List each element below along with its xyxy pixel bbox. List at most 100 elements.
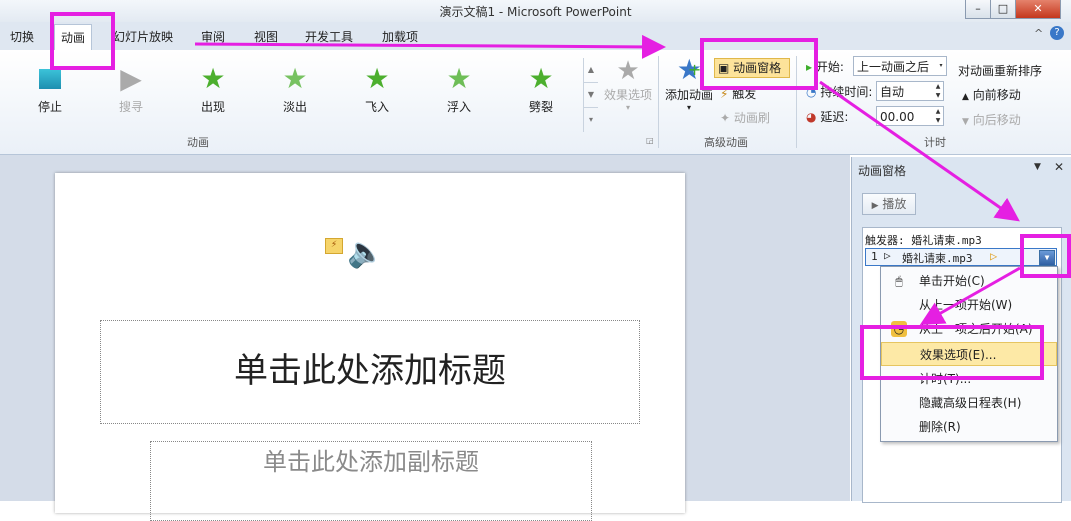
title-placeholder[interactable]: 单击此处添加标题 (100, 320, 640, 424)
pane-options-icon[interactable]: ▼ (1034, 162, 1041, 172)
menu-item-after-previous[interactable]: ◔ 从上一项之后开始(A) (881, 317, 1057, 341)
tab-review[interactable]: 审阅 (201, 28, 225, 45)
stop-icon (20, 62, 80, 96)
group-dialog-launcher-icon[interactable]: ◲ (646, 136, 654, 145)
anim-split-label: 劈裂 (528, 100, 553, 114)
effect-options-label: 效果选项 (603, 88, 652, 102)
tab-slideshow[interactable]: 幻灯片放映 (113, 28, 173, 45)
tab-transitions[interactable]: 切换 (10, 28, 34, 45)
start-icon: ▸ (806, 60, 813, 74)
menu-item-label: 隐藏高级日程表(H) (919, 396, 1022, 410)
anim-fade-label: 淡出 (282, 100, 307, 114)
duration-spinner[interactable]: 自动 ▲ ▼ (876, 81, 944, 101)
close-button[interactable]: ✕ (1015, 0, 1061, 19)
group-label-advanced: 高级动画 (704, 136, 748, 149)
animation-pane-label: 动画窗格 (733, 61, 782, 75)
animation-painter-icon: ✦ (720, 111, 731, 125)
menu-item-hide-timeline[interactable]: 隐藏高级日程表(H) (881, 391, 1057, 415)
play-label: 播放 (882, 197, 907, 211)
menu-item-timing[interactable]: 计时(T)... (881, 367, 1057, 391)
seek-icon: ▶ (120, 62, 142, 95)
item-dropdown-icon[interactable]: ▼ (1039, 250, 1055, 266)
reorder-title: 对动画重新排序 (958, 64, 1043, 78)
menu-item-effect-options[interactable]: 效果选项(E)... (881, 342, 1057, 366)
add-animation-label: 添加动画 (664, 88, 713, 102)
fade-star-icon: ★ (282, 62, 308, 95)
delay-spinner[interactable]: 00.00 ▲ ▼ (876, 106, 944, 126)
tab-animations[interactable]: 动画 (54, 24, 93, 50)
split-star-icon: ★ (528, 62, 554, 95)
anim-seek-label: 搜寻 (118, 100, 143, 114)
anim-stop[interactable]: 停止 (20, 62, 80, 115)
window-title: 演示文稿1 - Microsoft PowerPoint (439, 5, 632, 19)
fly-in-star-icon: ★ (364, 62, 390, 95)
trigger-row[interactable]: 触发器: 婚礼请柬.mp3 (865, 232, 982, 248)
gallery-scroll[interactable]: ▲ ▼ ▾ (583, 58, 598, 132)
anim-appear[interactable]: ★ 出现 (183, 62, 243, 115)
play-button[interactable]: ▶ 播放 (862, 193, 916, 215)
add-animation-button[interactable]: ★+ 添加动画 ▾ (662, 53, 716, 113)
menu-item-on-click[interactable]: 🖱 单击开始(C) (881, 269, 1057, 293)
ribbon-minimize-chevron[interactable]: ^ (1034, 27, 1043, 40)
tab-developer[interactable]: 开发工具 (305, 28, 353, 45)
delay-spin-icon[interactable]: ▲ ▼ (933, 107, 943, 125)
animation-pane-button[interactable]: ▣ 动画窗格 (714, 58, 790, 78)
gallery-up-icon[interactable]: ▲ (584, 58, 598, 83)
anim-appear-label: 出现 (200, 100, 225, 114)
anim-split[interactable]: ★ 劈裂 (511, 62, 571, 115)
ribbon-tabs: 切换 动画 幻灯片放映 审阅 视图 开发工具 加载项 ^ ? (0, 22, 1071, 51)
animation-painter-button[interactable]: ✦ 动画刷 (720, 109, 770, 126)
subtitle-placeholder[interactable]: 单击此处添加副标题 (150, 441, 592, 521)
move-later-icon: ▼ (962, 117, 969, 127)
anim-stop-label: 停止 (37, 100, 62, 114)
gallery-down-icon[interactable]: ▼ (584, 83, 598, 108)
effect-options-dropdown-icon: ▾ (625, 103, 630, 112)
pane-close-icon[interactable]: ✕ (1054, 160, 1064, 174)
menu-item-label: 从上一项开始(W) (919, 298, 1013, 312)
move-later-button[interactable]: ▼ 向后移动 (962, 111, 1021, 128)
trigger-icon: ⚡ (720, 87, 729, 101)
slide-canvas[interactable]: ⚡ 🔈 单击此处添加标题 单击此处添加副标题 (55, 173, 685, 521)
tab-addins[interactable]: 加载项 (382, 28, 418, 45)
anim-float-in-label: 浮入 (446, 100, 471, 114)
anim-fade[interactable]: ★ 淡出 (265, 62, 325, 115)
float-in-star-icon: ★ (446, 62, 472, 95)
menu-item-remove[interactable]: 删除(R) (881, 415, 1057, 439)
speaker-icon[interactable]: 🔈 (347, 235, 384, 271)
duration-label-text: 持续时间: (820, 85, 873, 99)
trigger-label: 触发 (732, 87, 757, 101)
anim-fly-in-label: 飞入 (364, 100, 389, 114)
group-separator-2 (796, 56, 797, 148)
maximize-button[interactable]: □ (990, 0, 1016, 19)
animation-tag-icon[interactable]: ⚡ (325, 238, 343, 254)
effect-options-button[interactable]: ★ 效果选项 ▾ (600, 56, 656, 112)
animation-list-item[interactable]: 1 ▷ 婚礼请柬.mp3 ▷ ▼ (865, 248, 1057, 266)
delay-label-text: 延迟: (820, 110, 849, 124)
add-animation-star-icon: ★+ (676, 53, 702, 86)
animation-gallery: 停止 ▶ 搜寻 ★ 出现 ★ 淡出 ★ 飞入 ★ 浮入 ★ 劈裂 ▲ ▼ ▾ (0, 54, 598, 132)
minimize-button[interactable]: – (965, 0, 991, 19)
animation-pane-header: 动画窗格 ▼ ✕ (852, 157, 1071, 181)
start-label-text: 开始: (815, 60, 844, 74)
title-bar: 演示文稿1 - Microsoft PowerPoint – □ ✕ (0, 0, 1071, 22)
menu-item-label: 效果选项(E)... (920, 348, 997, 362)
gallery-more-icon[interactable]: ▾ (584, 108, 598, 132)
move-earlier-button[interactable]: ▲ 向前移动 (962, 86, 1021, 103)
duration-spin-icon[interactable]: ▲ ▼ (933, 82, 943, 100)
menu-item-label: 单击开始(C) (919, 274, 985, 288)
tab-view[interactable]: 视图 (254, 28, 278, 45)
move-earlier-icon: ▲ (962, 92, 969, 102)
ribbon: 停止 ▶ 搜寻 ★ 出现 ★ 淡出 ★ 飞入 ★ 浮入 ★ 劈裂 ▲ ▼ ▾ ★… (0, 50, 1071, 155)
slide-workspace: ⚡ 🔈 单击此处添加标题 单击此处添加副标题 (0, 155, 850, 521)
start-select[interactable]: 上一动画之后 ▾ (853, 56, 947, 76)
anim-seek[interactable]: ▶ 搜寻 (101, 62, 161, 115)
anim-float-in[interactable]: ★ 浮入 (429, 62, 489, 115)
move-earlier-label: 向前移动 (972, 88, 1021, 102)
animation-context-menu: 🖱 单击开始(C) 从上一项开始(W) ◔ 从上一项之后开始(A) 效果选项(E… (880, 266, 1058, 442)
menu-item-with-previous[interactable]: 从上一项开始(W) (881, 293, 1057, 317)
item-timing-icon: ▷ (990, 249, 998, 263)
trigger-button[interactable]: ⚡ 触发 (720, 85, 756, 102)
animation-pane-title: 动画窗格 (858, 164, 907, 178)
anim-fly-in[interactable]: ★ 飞入 (347, 62, 407, 115)
help-icon[interactable]: ? (1050, 26, 1064, 40)
